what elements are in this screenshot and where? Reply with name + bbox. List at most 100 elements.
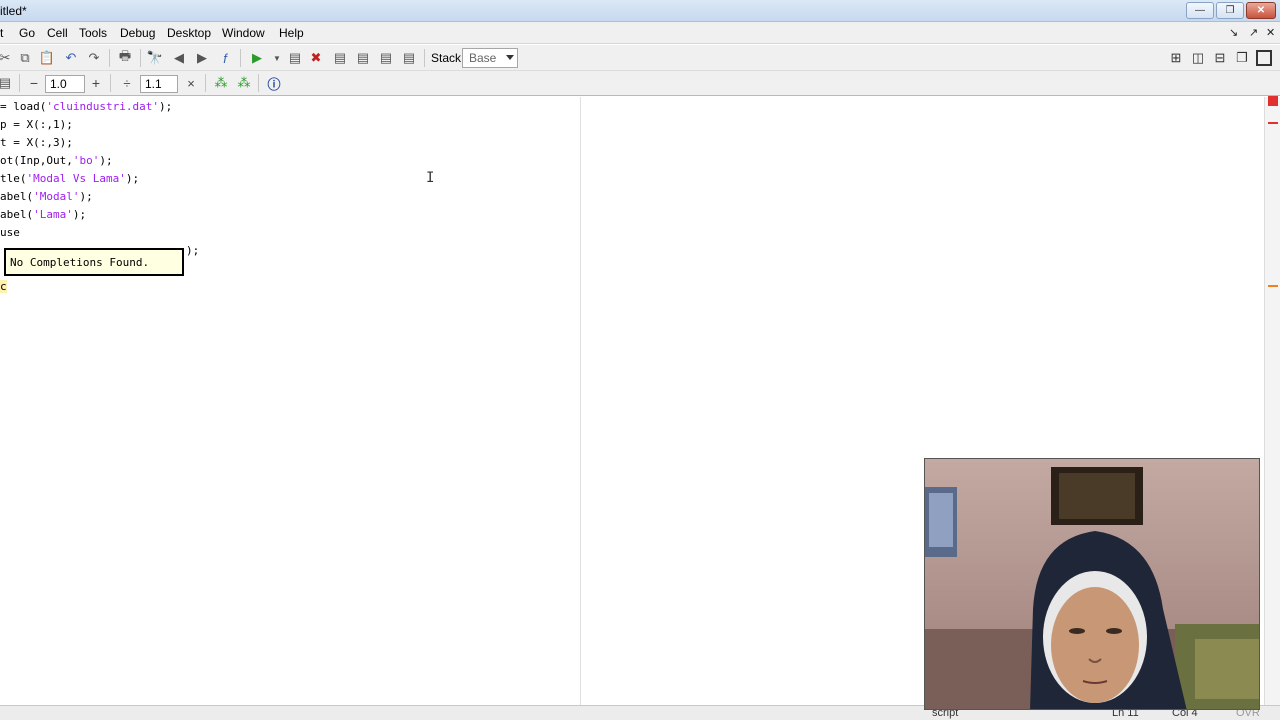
code-text: );	[72, 208, 87, 221]
menu-help[interactable]: Help	[279, 26, 304, 40]
cell-value-input-1[interactable]: 1.0	[45, 75, 85, 93]
window-controls: — ❐ ✕	[1186, 2, 1276, 19]
cut-icon[interactable]: ✂	[0, 49, 14, 67]
code-string: 'Modal Vs Lama'	[26, 172, 126, 185]
close-button[interactable]: ✕	[1246, 2, 1276, 19]
toolbar-separator	[258, 74, 259, 92]
code-string: 'Lama'	[33, 208, 73, 221]
toolbar-separator	[240, 49, 241, 67]
stack-value: Base	[469, 51, 497, 65]
toolbar-separator	[424, 49, 425, 67]
run-dropdown-icon[interactable]: ▼	[268, 49, 286, 67]
code-text: use	[0, 226, 20, 239]
main-toolbar: ✂ ⧉ 📋 ↶ ↷ 🖶 🔭 ◀ ▶ f ▶ ▼ ▤ ✖ ▤ ▤ ▤ ▤ ⊞ ◫ …	[0, 45, 1280, 71]
stack-label: Stack:	[431, 51, 465, 65]
code-line[interactable]: p = X(:,1);	[0, 118, 73, 131]
code-text: );	[125, 172, 140, 185]
code-line[interactable]: use	[0, 226, 20, 239]
run-icon[interactable]: ▶	[248, 49, 266, 67]
code-line-current[interactable]: c	[0, 280, 7, 293]
exit-debug-icon[interactable]: ▤	[400, 49, 418, 67]
copy-icon[interactable]: ⧉	[16, 49, 34, 67]
code-text: = load(	[0, 100, 47, 113]
eval-cell-icon[interactable]: ⁂	[212, 74, 230, 92]
maximize-layout-icon[interactable]	[1256, 50, 1272, 66]
decrement-button[interactable]: −	[25, 74, 43, 92]
cell-value-input-2[interactable]: 1.1	[140, 75, 178, 93]
clear-breakpoints-icon[interactable]: ✖	[307, 49, 325, 67]
float-icon[interactable]: ❐	[1233, 49, 1251, 67]
menu-debug[interactable]: Debug	[120, 26, 155, 40]
window-title: itled*	[0, 4, 27, 18]
menu-desktop[interactable]: Desktop	[167, 26, 211, 40]
code-text: abel(	[0, 190, 34, 203]
undock-icon[interactable]: ↘	[1229, 26, 1238, 39]
code-text: );	[99, 154, 113, 167]
code-line[interactable]: abel('Modal');	[0, 190, 93, 203]
menu-go[interactable]: Go	[19, 26, 35, 40]
warning-marker[interactable]	[1268, 285, 1278, 287]
code-text: );	[79, 190, 93, 203]
code-string: 'bo'	[72, 154, 100, 167]
redo-icon[interactable]: ↷	[85, 49, 103, 67]
code-string: 'cluindustri.dat'	[46, 100, 159, 113]
step-icon[interactable]: ▤	[331, 49, 349, 67]
chevron-down-icon	[506, 55, 514, 60]
restore-button[interactable]: ❐	[1216, 2, 1244, 19]
paste-icon[interactable]: 📋	[38, 49, 56, 67]
close-editor-icon[interactable]: ✕	[1266, 26, 1275, 39]
code-text: );	[158, 100, 173, 113]
code-line[interactable]: ot(Inp,Out,'bo');	[0, 154, 113, 167]
error-marker[interactable]	[1268, 122, 1278, 124]
menu-window[interactable]: Window	[222, 26, 265, 40]
eval-advance-icon[interactable]: ⁂	[235, 74, 253, 92]
code-line[interactable]: t = X(:,3);	[0, 136, 73, 149]
code-text: c	[0, 280, 7, 293]
error-status-icon[interactable]	[1268, 96, 1278, 106]
webcam-overlay	[924, 458, 1260, 710]
undo-icon[interactable]: ↶	[62, 49, 80, 67]
menu-edit[interactable]: t	[0, 26, 3, 40]
set-breakpoint-icon[interactable]: ▤	[286, 49, 304, 67]
code-text: tle(	[0, 172, 27, 185]
forward-arrow-icon[interactable]: ▶	[193, 49, 211, 67]
menu-cell[interactable]: Cell	[47, 26, 68, 40]
find-icon[interactable]: 🔭	[146, 49, 164, 67]
cell-mode-icon[interactable]: ▤	[0, 74, 14, 92]
cell-toolbar: ▤ − + ÷ × ⁂ ⁂ ⓘ	[0, 71, 1280, 96]
toolbar-separator	[19, 74, 20, 92]
code-line[interactable]: );	[186, 244, 199, 257]
stack-dropdown[interactable]: Base	[462, 48, 518, 68]
print-icon[interactable]: 🖶	[116, 48, 134, 67]
dock-icon[interactable]: ↗	[1249, 26, 1258, 39]
split-horizontal-icon[interactable]: ⊟	[1211, 49, 1229, 67]
tile-layout-icon[interactable]: ⊞	[1167, 49, 1185, 67]
info-icon[interactable]: ⓘ	[265, 74, 283, 92]
toolbar-separator	[205, 74, 206, 92]
function-icon[interactable]: f	[216, 49, 234, 67]
split-vertical-icon[interactable]: ◫	[1189, 49, 1207, 67]
menu-tools[interactable]: Tools	[79, 26, 107, 40]
toolbar-separator	[110, 74, 111, 92]
code-text: );	[186, 244, 200, 257]
code-line[interactable]: abel('Lama');	[0, 208, 86, 221]
message-indicator-bar[interactable]	[1264, 97, 1280, 705]
code-line[interactable]: = load('cluindustri.dat');	[0, 100, 172, 113]
step-in-icon[interactable]: ▤	[354, 49, 372, 67]
completion-tooltip: No Completions Found.	[4, 248, 184, 276]
code-string: 'Modal'	[33, 190, 80, 203]
back-arrow-icon[interactable]: ◀	[170, 49, 188, 67]
toolbar-separator	[109, 49, 110, 67]
step-out-icon[interactable]: ▤	[377, 49, 395, 67]
right-margin-line	[580, 97, 581, 705]
ibeam-cursor-icon: I	[426, 170, 435, 186]
minimize-button[interactable]: —	[1186, 2, 1214, 19]
menu-bar: t Go Cell Tools Debug Desktop Window Hel…	[0, 22, 1280, 44]
webcam-image	[925, 459, 1259, 709]
title-bar: itled* — ❐ ✕	[0, 0, 1280, 22]
code-line[interactable]: tle('Modal Vs Lama');	[0, 172, 139, 185]
divide-button[interactable]: ÷	[118, 74, 136, 92]
code-text: t = X(:,3);	[0, 136, 73, 149]
multiply-button[interactable]: ×	[182, 74, 200, 92]
increment-button[interactable]: +	[87, 74, 105, 92]
